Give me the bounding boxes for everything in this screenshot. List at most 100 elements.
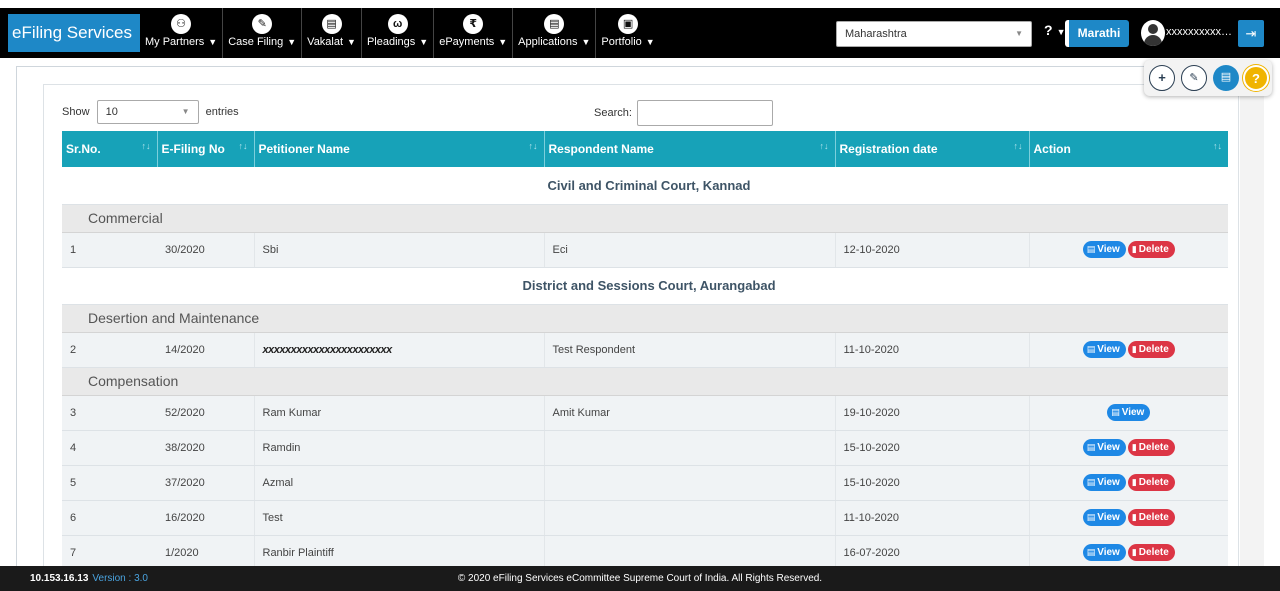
view-button[interactable]: ▤ View [1082, 241, 1126, 258]
help-menu[interactable]: ? ▼ [1044, 22, 1065, 38]
cell-sr: 1 [62, 232, 157, 268]
menu-item-label: Pleadings [366, 36, 416, 48]
delete-button[interactable]: ▮ Delete [1127, 509, 1175, 526]
cell-petitioner: Sbi [253, 232, 544, 268]
sort-icon[interactable]: ↑↓ [820, 141, 829, 151]
delete-button[interactable]: ▮ Delete [1127, 341, 1175, 358]
column-header-label: Respondent Name [548, 142, 654, 156]
cases-table: Sr.No. ↑↓ E-Filing No ↑↓ Petitioner Name ↑↓ Re… [62, 131, 1228, 571]
cell-action: ▤ View ▮ Delete [1028, 430, 1228, 466]
top-navbar: eFiling Services ⚇ My Partners ▼ ✎ Case Fili… [0, 0, 1280, 58]
file-icon: ▤ [1086, 442, 1096, 452]
menu-item-my-partners[interactable]: ⚇ My Partners ▼ [140, 8, 222, 58]
menu-item-epayments[interactable]: ₹ ePayments ▼ [433, 8, 512, 58]
view-button[interactable]: ▤ View [1082, 544, 1126, 561]
menu-item-label: Case Filing [228, 36, 284, 48]
cell-action: ▤ View [1028, 395, 1228, 431]
view-button[interactable]: ▤ View [1107, 404, 1151, 421]
table-row: 4 38/2020 Ramdin 15-10-2020 ▤ View ▮ Delete [62, 430, 1228, 466]
cell-efiling: 38/2020 [157, 430, 254, 466]
logout-icon: ⇥ [1245, 26, 1257, 41]
username[interactable]: xxxxxxxxxxxxx... [1166, 26, 1236, 38]
state-select[interactable]: Maharashtra ▼ [836, 21, 1032, 47]
column-header-5[interactable]: Action ↑↓ [1029, 131, 1228, 167]
trash-icon: ▮ [1131, 344, 1137, 354]
table-row: 2 14/2020 xxxxxxxxxxxxxxxxxxxxxxx Test Resp… [62, 332, 1228, 368]
file-icon: ▤ [1086, 344, 1096, 354]
show-label: Show [62, 105, 90, 118]
view-button[interactable]: ▤ View [1082, 474, 1126, 491]
edit-icon[interactable]: ✎ [1181, 65, 1207, 91]
delete-button[interactable]: ▮ Delete [1127, 241, 1175, 258]
cell-date: 15-10-2020 [834, 465, 1029, 501]
question-icon[interactable]: ? [1243, 65, 1269, 91]
delete-button[interactable]: ▮ Delete [1127, 544, 1175, 561]
cell-date: 12-10-2020 [834, 232, 1029, 268]
language-button[interactable]: Marathi [1065, 20, 1129, 47]
delete-button[interactable]: ▮ Delete [1127, 439, 1175, 456]
entries-label: entries [205, 105, 239, 118]
menu-item-label: My Partners [145, 36, 205, 48]
column-header-1[interactable]: E-Filing No ↑↓ [157, 131, 255, 167]
table-body: Civil and Criminal Court, Kannad Commerci… [62, 167, 1228, 571]
menu-item-applications[interactable]: ▤ Applications ▼ [512, 8, 595, 58]
column-header-label: Sr.No. [66, 142, 101, 156]
table-row: 1 30/2020 Sbi Eci 12-10-2020 ▤ View ▮ Delete [62, 232, 1228, 268]
cell-respondent [543, 535, 835, 571]
cell-date: 19-10-2020 [834, 395, 1029, 431]
chevron-down-icon: ▼ [498, 37, 508, 47]
search-input[interactable] [636, 100, 773, 126]
view-button-label: View [1097, 442, 1120, 453]
column-header-3[interactable]: Respondent Name ↑↓ [544, 131, 836, 167]
menu-item-pleadings[interactable]: ω Pleadings ▼ [360, 8, 433, 58]
delete-button-label: Delete [1138, 244, 1169, 255]
menu-item-portfolio[interactable]: ▣ Portfolio ▼ [595, 8, 659, 58]
cell-efiling: 30/2020 [157, 232, 254, 268]
view-button[interactable]: ▤ View [1082, 439, 1126, 456]
court-row: District and Sessions Court, Aurangabad [62, 267, 1228, 305]
sort-icon[interactable]: ↑↓ [1014, 141, 1023, 151]
table-row: 3 52/2020 Ram Kumar Amit Kumar 19-10-2020 ▤ Vi… [62, 395, 1228, 431]
cell-respondent: Amit Kumar [543, 395, 835, 431]
add-icon[interactable]: + [1149, 65, 1175, 91]
search-label: Search: [594, 106, 632, 119]
menu-item-vakalat[interactable]: ▤ Vakalat ▼ [301, 8, 361, 58]
entries-select[interactable]: 10 ▼ [96, 100, 199, 124]
file-icon: ▤ [1086, 547, 1096, 557]
delete-button[interactable]: ▮ Delete [1127, 474, 1175, 491]
cell-respondent [543, 430, 835, 466]
file-icon: ▤ [1086, 512, 1096, 522]
category-name: Desertion and Maintenance [62, 304, 1228, 333]
sort-icon[interactable]: ↑↓ [529, 141, 538, 151]
floating-toolbar: + ✎ ▤ ? [1144, 60, 1272, 96]
trash-icon: ▮ [1131, 547, 1137, 557]
trash-icon: ▮ [1131, 244, 1137, 254]
cell-action: ▤ View ▮ Delete [1028, 500, 1228, 536]
logout-button[interactable]: ⇥ [1238, 20, 1264, 47]
cell-date: 11-10-2020 [834, 332, 1029, 368]
sort-icon[interactable]: ↑↓ [1213, 141, 1222, 151]
file-icon: ▤ [1086, 244, 1096, 254]
cell-sr: 7 [62, 535, 157, 571]
view-button-label: View [1097, 477, 1120, 488]
cell-efiling: 52/2020 [157, 395, 254, 431]
sort-icon[interactable]: ↑↓ [142, 141, 151, 151]
court-name: Civil and Criminal Court, Kannad [62, 167, 1228, 205]
column-header-0[interactable]: Sr.No. ↑↓ [62, 131, 158, 167]
file-icon: ▤ [1086, 477, 1096, 487]
delete-button-label: Delete [1138, 442, 1169, 453]
column-header-4[interactable]: Registration date ↑↓ [835, 131, 1030, 167]
rupee-icon: ₹ [463, 14, 484, 34]
menu-item-case-filing[interactable]: ✎ Case Filing ▼ [222, 8, 301, 58]
user-avatar[interactable] [1141, 20, 1165, 46]
help-icon: ? [1044, 22, 1053, 38]
entries-select-value: 10 [105, 106, 118, 118]
column-header-2[interactable]: Petitioner Name ↑↓ [254, 131, 545, 167]
page-scrollbar[interactable] [1240, 84, 1264, 566]
sort-icon[interactable]: ↑↓ [239, 141, 248, 151]
view-button[interactable]: ▤ View [1082, 341, 1126, 358]
document-icon[interactable]: ▤ [1213, 65, 1239, 91]
brand-logo[interactable]: eFiling Services [8, 14, 140, 52]
cell-respondent [543, 465, 835, 501]
view-button[interactable]: ▤ View [1082, 509, 1126, 526]
